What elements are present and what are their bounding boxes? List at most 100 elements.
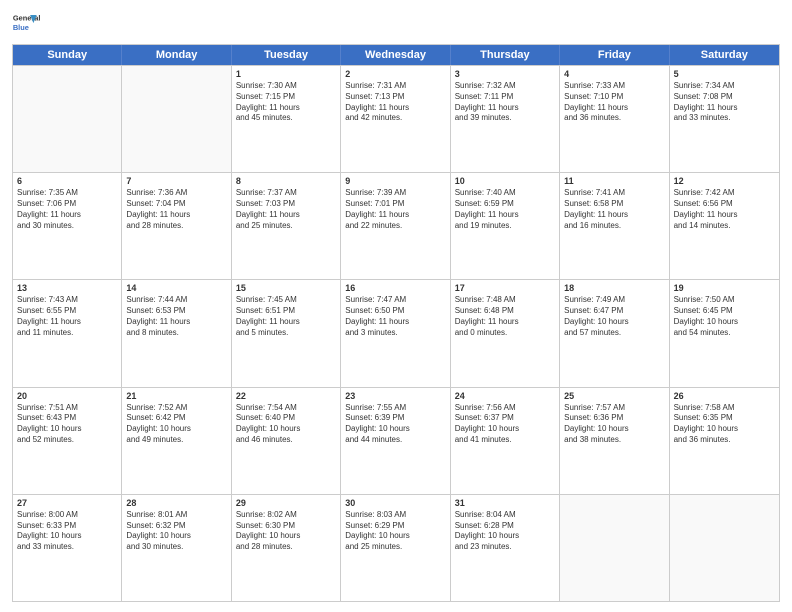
day-content: Sunrise: 7:37 AM Sunset: 7:03 PM Dayligh… bbox=[236, 188, 336, 231]
calendar-cell bbox=[670, 495, 779, 601]
day-number: 29 bbox=[236, 498, 336, 508]
day-number: 18 bbox=[564, 283, 664, 293]
day-header-wednesday: Wednesday bbox=[341, 45, 450, 65]
day-number: 12 bbox=[674, 176, 775, 186]
calendar-cell: 14Sunrise: 7:44 AM Sunset: 6:53 PM Dayli… bbox=[122, 280, 231, 386]
day-number: 30 bbox=[345, 498, 445, 508]
day-number: 8 bbox=[236, 176, 336, 186]
day-content: Sunrise: 7:30 AM Sunset: 7:15 PM Dayligh… bbox=[236, 81, 336, 124]
day-header-saturday: Saturday bbox=[670, 45, 779, 65]
day-number: 16 bbox=[345, 283, 445, 293]
calendar-body: 1 Sunrise: 7:30 AM Sunset: 7:15 PM Daylig… bbox=[13, 65, 779, 601]
day-number: 17 bbox=[455, 283, 555, 293]
calendar-cell bbox=[13, 66, 122, 172]
header: GeneralBlue bbox=[12, 10, 780, 38]
day-content: Sunrise: 7:34 AM Sunset: 7:08 PM Dayligh… bbox=[674, 81, 775, 124]
calendar-cell: 5 Sunrise: 7:34 AM Sunset: 7:08 PM Daylig… bbox=[670, 66, 779, 172]
day-content: Sunrise: 7:43 AM Sunset: 6:55 PM Dayligh… bbox=[17, 295, 117, 338]
day-content: Sunrise: 7:54 AM Sunset: 6:40 PM Dayligh… bbox=[236, 403, 336, 446]
calendar-cell: 21Sunrise: 7:52 AM Sunset: 6:42 PM Dayli… bbox=[122, 388, 231, 494]
day-header-tuesday: Tuesday bbox=[232, 45, 341, 65]
calendar-row-2: 13 Sunrise: 7:43 AM Sunset: 6:55 PM Dayli… bbox=[13, 279, 779, 386]
calendar-cell: 2 Sunrise: 7:31 AM Sunset: 7:13 PM Daylig… bbox=[341, 66, 450, 172]
svg-text:Blue: Blue bbox=[13, 23, 29, 32]
day-number: 1 bbox=[236, 69, 336, 79]
day-number: 31 bbox=[455, 498, 555, 508]
day-content: Sunrise: 7:40 AM Sunset: 6:59 PM Dayligh… bbox=[455, 188, 555, 231]
calendar-cell: 15 Sunrise: 7:45 AM Sunset: 6:51 PM Dayli… bbox=[232, 280, 341, 386]
calendar-cell: 18 Sunrise: 7:49 AM Sunset: 6:47 PM Dayli… bbox=[560, 280, 669, 386]
day-number: 21 bbox=[126, 391, 226, 401]
day-content: Sunrise: 7:31 AM Sunset: 7:13 PM Dayligh… bbox=[345, 81, 445, 124]
calendar-row-0: 1 Sunrise: 7:30 AM Sunset: 7:15 PM Daylig… bbox=[13, 65, 779, 172]
day-content: Sunrise: 7:39 AM Sunset: 7:01 PM Dayligh… bbox=[345, 188, 445, 231]
calendar-cell: 16Sunrise: 7:47 AM Sunset: 6:50 PM Dayli… bbox=[341, 280, 450, 386]
day-content: Sunrise: 7:35 AM Sunset: 7:06 PM Dayligh… bbox=[17, 188, 117, 231]
day-content: Sunrise: 7:41 AM Sunset: 6:58 PM Dayligh… bbox=[564, 188, 664, 231]
logo-icon: GeneralBlue bbox=[12, 10, 40, 38]
day-number: 9 bbox=[345, 176, 445, 186]
day-content: Sunrise: 7:45 AM Sunset: 6:51 PM Dayligh… bbox=[236, 295, 336, 338]
day-content: Sunrise: 7:48 AM Sunset: 6:48 PM Dayligh… bbox=[455, 295, 555, 338]
day-number: 26 bbox=[674, 391, 775, 401]
calendar-cell bbox=[122, 66, 231, 172]
day-number: 24 bbox=[455, 391, 555, 401]
day-number: 5 bbox=[674, 69, 775, 79]
calendar-cell: 26 Sunrise: 7:58 AM Sunset: 6:35 PM Dayli… bbox=[670, 388, 779, 494]
day-number: 22 bbox=[236, 391, 336, 401]
day-number: 10 bbox=[455, 176, 555, 186]
day-content: Sunrise: 7:33 AM Sunset: 7:10 PM Dayligh… bbox=[564, 81, 664, 124]
calendar-cell: 9 Sunrise: 7:39 AM Sunset: 7:01 PM Daylig… bbox=[341, 173, 450, 279]
day-number: 15 bbox=[236, 283, 336, 293]
day-number: 2 bbox=[345, 69, 445, 79]
day-number: 6 bbox=[17, 176, 117, 186]
day-content: Sunrise: 7:58 AM Sunset: 6:35 PM Dayligh… bbox=[674, 403, 775, 446]
calendar-cell: 13 Sunrise: 7:43 AM Sunset: 6:55 PM Dayli… bbox=[13, 280, 122, 386]
day-number: 19 bbox=[674, 283, 775, 293]
calendar-cell: 4 Sunrise: 7:33 AM Sunset: 7:10 PM Daylig… bbox=[560, 66, 669, 172]
day-content: Sunrise: 7:36 AM Sunset: 7:04 PM Dayligh… bbox=[126, 188, 226, 231]
day-content: Sunrise: 8:03 AM Sunset: 6:29 PM Dayligh… bbox=[345, 510, 445, 553]
day-number: 27 bbox=[17, 498, 117, 508]
calendar-cell: 24 Sunrise: 7:56 AM Sunset: 6:37 PM Dayli… bbox=[451, 388, 560, 494]
calendar-row-4: 27 Sunrise: 8:00 AM Sunset: 6:33 PM Dayli… bbox=[13, 494, 779, 601]
day-number: 11 bbox=[564, 176, 664, 186]
day-content: Sunrise: 7:44 AM Sunset: 6:53 PM Dayligh… bbox=[126, 295, 226, 338]
day-number: 20 bbox=[17, 391, 117, 401]
day-number: 4 bbox=[564, 69, 664, 79]
day-content: Sunrise: 7:42 AM Sunset: 6:56 PM Dayligh… bbox=[674, 188, 775, 231]
calendar: SundayMondayTuesdayWednesdayThursdayFrid… bbox=[12, 44, 780, 602]
calendar-cell: 12 Sunrise: 7:42 AM Sunset: 6:56 PM Dayli… bbox=[670, 173, 779, 279]
calendar-cell: 10 Sunrise: 7:40 AM Sunset: 6:59 PM Dayli… bbox=[451, 173, 560, 279]
calendar-cell: 3 Sunrise: 7:32 AM Sunset: 7:11 PM Daylig… bbox=[451, 66, 560, 172]
day-content: Sunrise: 7:50 AM Sunset: 6:45 PM Dayligh… bbox=[674, 295, 775, 338]
calendar-cell: 19 Sunrise: 7:50 AM Sunset: 6:45 PM Dayli… bbox=[670, 280, 779, 386]
day-number: 23 bbox=[345, 391, 445, 401]
calendar-header: SundayMondayTuesdayWednesdayThursdayFrid… bbox=[13, 45, 779, 65]
calendar-cell: 20Sunrise: 7:51 AM Sunset: 6:43 PM Dayli… bbox=[13, 388, 122, 494]
day-number: 25 bbox=[564, 391, 664, 401]
calendar-cell: 27 Sunrise: 8:00 AM Sunset: 6:33 PM Dayli… bbox=[13, 495, 122, 601]
day-content: Sunrise: 8:02 AM Sunset: 6:30 PM Dayligh… bbox=[236, 510, 336, 553]
day-number: 3 bbox=[455, 69, 555, 79]
day-number: 13 bbox=[17, 283, 117, 293]
page: GeneralBlue SundayMondayTuesdayWednesday… bbox=[0, 0, 792, 612]
day-content: Sunrise: 7:56 AM Sunset: 6:37 PM Dayligh… bbox=[455, 403, 555, 446]
calendar-cell: 31Sunrise: 8:04 AM Sunset: 6:28 PM Dayli… bbox=[451, 495, 560, 601]
calendar-cell: 11 Sunrise: 7:41 AM Sunset: 6:58 PM Dayli… bbox=[560, 173, 669, 279]
day-content: Sunrise: 7:32 AM Sunset: 7:11 PM Dayligh… bbox=[455, 81, 555, 124]
day-content: Sunrise: 7:57 AM Sunset: 6:36 PM Dayligh… bbox=[564, 403, 664, 446]
calendar-cell: 25 Sunrise: 7:57 AM Sunset: 6:36 PM Dayli… bbox=[560, 388, 669, 494]
day-number: 28 bbox=[126, 498, 226, 508]
calendar-row-3: 20Sunrise: 7:51 AM Sunset: 6:43 PM Dayli… bbox=[13, 387, 779, 494]
day-content: Sunrise: 7:49 AM Sunset: 6:47 PM Dayligh… bbox=[564, 295, 664, 338]
calendar-cell: 17 Sunrise: 7:48 AM Sunset: 6:48 PM Dayli… bbox=[451, 280, 560, 386]
day-content: Sunrise: 8:01 AM Sunset: 6:32 PM Dayligh… bbox=[126, 510, 226, 553]
day-content: Sunrise: 8:00 AM Sunset: 6:33 PM Dayligh… bbox=[17, 510, 117, 553]
calendar-cell: 23 Sunrise: 7:55 AM Sunset: 6:39 PM Dayli… bbox=[341, 388, 450, 494]
calendar-cell: 22 Sunrise: 7:54 AM Sunset: 6:40 PM Dayli… bbox=[232, 388, 341, 494]
day-content: Sunrise: 7:55 AM Sunset: 6:39 PM Dayligh… bbox=[345, 403, 445, 446]
logo: GeneralBlue bbox=[12, 10, 40, 38]
calendar-cell: 29 Sunrise: 8:02 AM Sunset: 6:30 PM Dayli… bbox=[232, 495, 341, 601]
day-header-monday: Monday bbox=[122, 45, 231, 65]
